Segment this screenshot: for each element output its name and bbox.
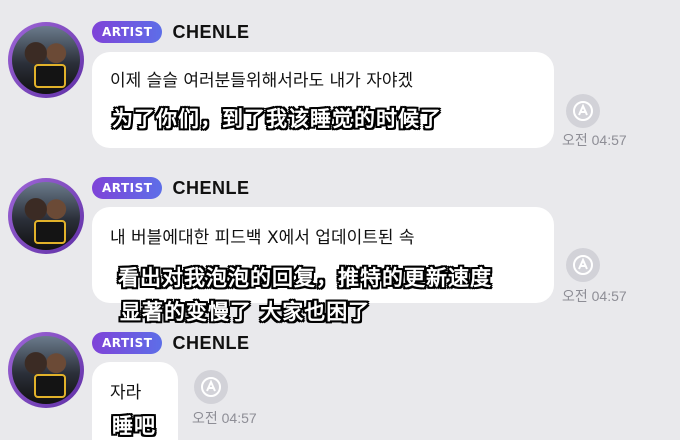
timestamp: 오전 04:57 <box>562 288 627 304</box>
sender-name: CHENLE <box>172 177 250 198</box>
artist-badge: ARTIST <box>92 332 163 354</box>
sender-name: CHENLE <box>172 332 250 353</box>
subtitle-line: 看出对我泡泡的回复，推特的更新速度 <box>118 266 492 290</box>
avatar[interactable] <box>8 332 84 408</box>
message-bubble[interactable]: 이제 슬슬 여러분들위해서라도 내가 자야겠 <box>92 52 554 148</box>
avatar-photo <box>12 336 80 404</box>
reaction-add-icon[interactable] <box>194 370 228 404</box>
timestamp: 오전 04:57 <box>192 410 257 426</box>
message-header: ARTIST CHENLE <box>92 21 249 43</box>
reaction-add-icon[interactable] <box>566 94 600 128</box>
message-text: 내 버블에대한 피드백 X에서 업데이트된 속 <box>110 228 415 248</box>
subtitle-line: 显著的变慢了 大家也困了 <box>120 300 371 324</box>
avatar-photo <box>12 182 80 250</box>
subtitle-line: 睡吧 <box>112 414 156 438</box>
timestamp: 오전 04:57 <box>562 132 627 148</box>
subtitle-line: 为了你们，到了我该睡觉的时候了 <box>112 107 442 131</box>
message-text: 자라 <box>110 383 142 403</box>
artist-badge: ARTIST <box>92 177 163 199</box>
sender-name: CHENLE <box>172 21 250 42</box>
artist-badge: ARTIST <box>92 21 163 43</box>
avatar[interactable] <box>8 22 84 98</box>
message-header: ARTIST CHENLE <box>92 177 249 199</box>
message-header: ARTIST CHENLE <box>92 332 249 354</box>
reaction-add-icon[interactable] <box>566 248 600 282</box>
avatar[interactable] <box>8 178 84 254</box>
message-text: 이제 슬슬 여러분들위해서라도 내가 자야겠 <box>110 71 414 91</box>
avatar-photo <box>12 26 80 94</box>
